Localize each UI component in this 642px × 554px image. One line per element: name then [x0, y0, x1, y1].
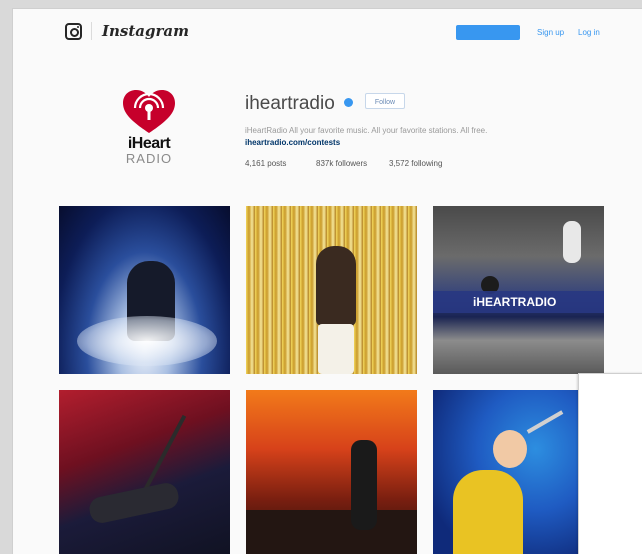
- stage-smoke: [77, 316, 217, 366]
- stage-banner-text: iHEARTRADIO: [473, 295, 557, 309]
- profile-avatar[interactable]: iHeart RADIO: [117, 89, 181, 169]
- yellow-jacket: [453, 470, 523, 554]
- instagram-profile-page: Instagram Sign up Log in iHeart RADIO ih…: [12, 8, 642, 554]
- header-divider: [91, 22, 92, 40]
- singer-silhouette: [351, 440, 377, 530]
- post-thumbnail-2[interactable]: [246, 206, 417, 374]
- post-thumbnail-4[interactable]: [59, 390, 230, 554]
- following-value: 3,572: [389, 159, 410, 168]
- performer-on-stage: [563, 221, 581, 263]
- following-label: following: [411, 159, 443, 168]
- posts-count: 4,161 posts: [245, 159, 286, 168]
- follow-button[interactable]: Follow: [365, 93, 405, 109]
- singer-face: [493, 430, 527, 468]
- performer-white-pants: [318, 324, 354, 374]
- sign-up-link[interactable]: Sign up: [537, 28, 564, 37]
- dancer-silhouette: [87, 480, 181, 526]
- stage-equipment: [246, 510, 417, 554]
- avatar-logo-radio-text: RADIO: [125, 151, 173, 166]
- post-thumbnail-1[interactable]: [59, 206, 230, 374]
- performer-torso: [316, 246, 356, 326]
- header-blue-button[interactable]: [456, 25, 520, 40]
- microphone: [526, 410, 564, 434]
- posts-value: 4,161: [245, 159, 266, 168]
- followers-count[interactable]: 837k followers: [316, 159, 367, 168]
- post-thumbnail-3[interactable]: iHEARTRADIO: [433, 206, 604, 374]
- overlapping-window-panel[interactable]: [578, 373, 642, 554]
- profile-bio: iHeartRadio All your favorite music. All…: [245, 126, 488, 135]
- posts-label: posts: [267, 159, 287, 168]
- profile-username: iheartradio: [245, 93, 335, 114]
- following-count[interactable]: 3,572 following: [389, 159, 442, 168]
- log-in-link[interactable]: Log in: [578, 28, 600, 37]
- profile-bio-link[interactable]: iheartradio.com/contests: [245, 138, 340, 147]
- verified-badge-icon: [344, 98, 353, 107]
- post-thumbnail-5[interactable]: [246, 390, 417, 554]
- instagram-camera-icon[interactable]: [65, 23, 82, 40]
- followers-value: 837k: [316, 159, 334, 168]
- instagram-wordmark[interactable]: Instagram: [102, 22, 189, 40]
- top-navigation-bar: Instagram Sign up Log in: [13, 9, 642, 55]
- iheart-heart-logo-icon: [123, 90, 175, 133]
- followers-label: followers: [335, 159, 368, 168]
